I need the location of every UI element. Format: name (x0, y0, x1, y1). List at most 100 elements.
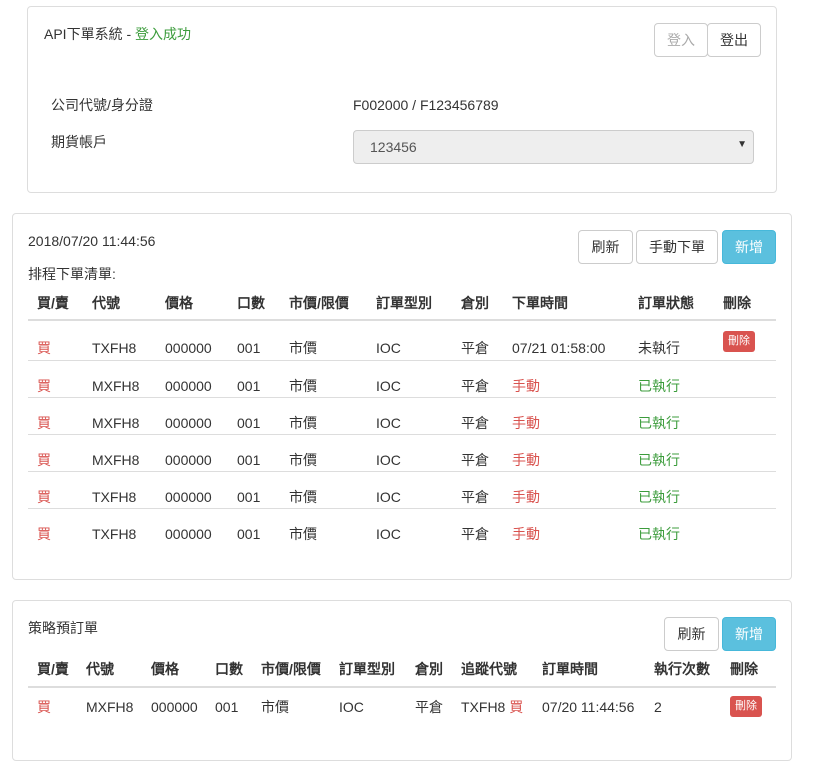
schedule-cell-price_type: 市價 (289, 526, 317, 542)
schedule-panel: 2018/07/20 11:44:56 排程下單清單: 刷新 手動下單 新增 買… (12, 213, 792, 580)
table-row-divider (28, 397, 776, 398)
schedule-cell-status: 已執行 (638, 415, 680, 431)
schedule-cell-side: 買 (37, 415, 51, 431)
schedule-cell-price: 000000 (165, 526, 212, 542)
schedule-add-button[interactable]: 新增 (722, 230, 776, 264)
strategy-add-button[interactable]: 新增 (722, 617, 776, 651)
schedule-cell-status: 已執行 (638, 489, 680, 505)
schedule-cell-price_type: 市價 (289, 489, 317, 505)
schedule-col-header: 倉別 (461, 295, 489, 311)
schedule-cell-qty: 001 (237, 378, 261, 394)
schedule-cell-qty: 001 (237, 526, 261, 542)
strategy-col-header: 代號 (86, 661, 114, 677)
logout-button[interactable]: 登出 (707, 23, 761, 57)
table-header-divider (28, 686, 776, 688)
strategy-cell-code: MXFH8 (86, 699, 134, 715)
schedule-cell-side: 買 (37, 489, 51, 505)
timestamp: 2018/07/20 11:44:56 (28, 233, 156, 249)
schedule-cell-order_type: IOC (376, 378, 401, 394)
schedule-cell-position: 平倉 (461, 340, 489, 356)
strategy-cell-side: 買 (37, 699, 51, 715)
schedule-cell-position: 平倉 (461, 378, 489, 394)
schedule-cell-order_time: 手動 (512, 526, 540, 542)
schedule-cell-qty: 001 (237, 489, 261, 505)
schedule-list-title: 排程下單清單: (28, 266, 116, 282)
login-panel: API下單系統 - 登入成功 登入 登出 公司代號/身分證 F002000 / … (27, 6, 777, 193)
schedule-cell-status: 已執行 (638, 378, 680, 394)
strategy-refresh-button[interactable]: 刷新 (664, 617, 719, 651)
schedule-cell-price: 000000 (165, 340, 212, 356)
schedule-cell-order_type: IOC (376, 526, 401, 542)
schedule-refresh-button[interactable]: 刷新 (578, 230, 633, 264)
table-row-divider (28, 434, 776, 435)
track-side: 買 (509, 699, 524, 715)
delete-button[interactable]: 刪除 (723, 331, 755, 352)
schedule-cell-side: 買 (37, 526, 51, 542)
schedule-col-header: 刪除 (723, 295, 751, 311)
schedule-cell-status: 已執行 (638, 452, 680, 468)
strategy-cell-order_type: IOC (339, 699, 364, 715)
schedule-cell-code: MXFH8 (92, 452, 140, 468)
schedule-col-header: 訂單型別 (376, 295, 432, 311)
table-header-divider (28, 319, 776, 321)
schedule-cell-price: 000000 (165, 415, 212, 431)
schedule-cell-order_time: 手動 (512, 415, 540, 431)
schedule-cell-qty: 001 (237, 340, 261, 356)
strategy-cell-price_type: 市價 (261, 699, 289, 715)
schedule-cell-order_time: 手動 (512, 452, 540, 468)
schedule-cell-code: MXFH8 (92, 415, 140, 431)
login-status: 登入成功 (135, 26, 192, 42)
table-row-divider (28, 360, 776, 361)
schedule-cell-order_type: IOC (376, 489, 401, 505)
strategy-cell-order_time: 07/20 11:44:56 (542, 699, 635, 715)
strategy-cell-position: 平倉 (415, 699, 443, 715)
strategy-cell-exec_count: 2 (654, 699, 662, 715)
schedule-col-header: 買/賣 (37, 295, 69, 311)
strategy-cell-price: 000000 (151, 699, 198, 715)
login-button[interactable]: 登入 (654, 23, 708, 57)
schedule-col-header: 價格 (165, 295, 193, 311)
strategy-title: 策略預訂單 (28, 620, 98, 636)
table-row-divider (28, 508, 776, 509)
schedule-cell-order_time: 07/21 01:58:00 (512, 340, 606, 356)
schedule-col-header: 代號 (92, 295, 120, 311)
schedule-cell-side: 買 (37, 340, 51, 356)
schedule-col-header: 下單時間 (512, 295, 568, 311)
schedule-cell-order_type: IOC (376, 415, 401, 431)
schedule-cell-order_time: 手動 (512, 489, 540, 505)
schedule-cell-price_type: 市價 (289, 452, 317, 468)
schedule-cell-position: 平倉 (461, 526, 489, 542)
schedule-cell-status: 未執行 (638, 340, 680, 356)
strategy-col-header: 買/賣 (37, 661, 69, 677)
schedule-cell-price: 000000 (165, 378, 212, 394)
company-id-value: F002000 / F123456789 (353, 97, 499, 113)
strategy-col-header: 口數 (215, 661, 243, 677)
schedule-cell-order_type: IOC (376, 452, 401, 468)
manual-order-button[interactable]: 手動下單 (636, 230, 718, 264)
schedule-cell-price: 000000 (165, 452, 212, 468)
schedule-cell-code: MXFH8 (92, 378, 140, 394)
strategy-col-header: 執行次數 (654, 661, 710, 677)
schedule-cell-order_type: IOC (376, 340, 401, 356)
strategy-col-header: 訂單型別 (339, 661, 395, 677)
strategy-cell-qty: 001 (215, 699, 239, 715)
schedule-cell-price_type: 市價 (289, 340, 317, 356)
schedule-cell-price: 000000 (165, 489, 212, 505)
schedule-cell-side: 買 (37, 452, 51, 468)
track-code: TXFH8 (461, 699, 506, 715)
futures-account-select[interactable]: 123456 ▼ (353, 130, 754, 164)
schedule-cell-code: TXFH8 (92, 489, 137, 505)
strategy-col-header: 市價/限價 (261, 661, 321, 677)
schedule-col-header: 訂單狀態 (638, 295, 694, 311)
strategy-col-header: 訂單時間 (542, 661, 598, 677)
select-caret-icon: ▼ (737, 139, 747, 150)
schedule-cell-position: 平倉 (461, 415, 489, 431)
futures-account-label: 期貨帳戶 (51, 134, 107, 150)
strategy-col-header: 價格 (151, 661, 179, 677)
delete-button[interactable]: 刪除 (730, 696, 762, 717)
schedule-cell-qty: 001 (237, 452, 261, 468)
strategy-col-header: 刪除 (730, 661, 758, 677)
strategy-panel: 策略預訂單 刷新 新增 買/賣 代號 價格 口數 市價/限價 訂單型別 倉別 追蹤代號 訂單時間… (12, 600, 792, 761)
futures-account-value: 123456 (370, 139, 417, 155)
schedule-cell-code: TXFH8 (92, 526, 137, 542)
